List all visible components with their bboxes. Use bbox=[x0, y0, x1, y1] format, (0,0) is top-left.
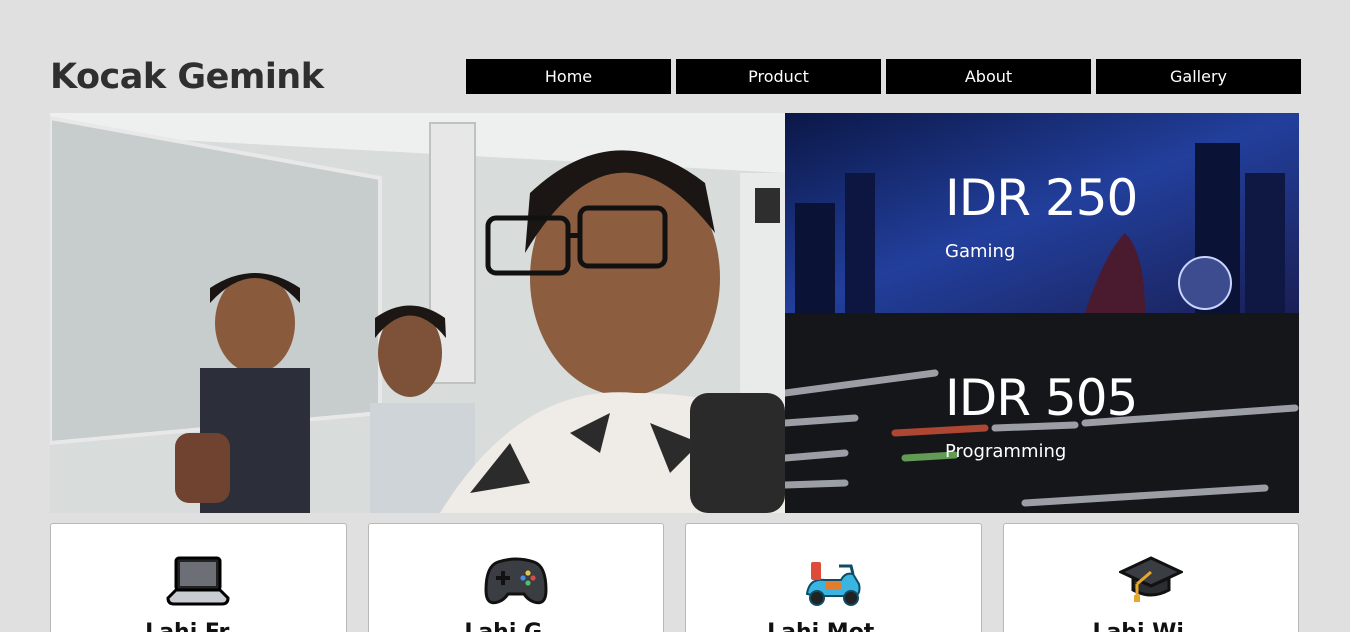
promo-programming-card[interactable]: IDR 505 Programming bbox=[785, 313, 1299, 513]
hero-photo bbox=[50, 113, 785, 513]
promo-programming-label: Programming bbox=[945, 441, 1067, 462]
card-title: Lahi Mot... bbox=[686, 620, 981, 632]
nav-home-button[interactable]: Home bbox=[466, 59, 671, 94]
nav-gallery-button[interactable]: Gallery bbox=[1096, 59, 1301, 94]
category-card[interactable]: Lahi Mot... bbox=[685, 523, 982, 632]
card-title: Lahi Wi... bbox=[1004, 620, 1299, 632]
main-nav: Home Product About Gallery bbox=[466, 59, 1301, 94]
nav-about-button[interactable]: About bbox=[886, 59, 1091, 94]
promo-gaming-card[interactable]: IDR 250 Gaming bbox=[785, 113, 1299, 313]
category-card[interactable]: Lahi Wi... bbox=[1002, 523, 1299, 632]
nav-product-button[interactable]: Product bbox=[676, 59, 881, 94]
category-card[interactable]: Lahi G... bbox=[367, 523, 664, 632]
promo-programming-price: IDR 505 bbox=[945, 369, 1138, 427]
hero-photo-illustration bbox=[50, 113, 785, 513]
graduation-cap-icon bbox=[1118, 556, 1183, 602]
scooter-icon bbox=[806, 562, 861, 606]
site-brand[interactable]: Kocak Gemink bbox=[50, 56, 324, 98]
category-cards: Lahi Fr... Lahi G... Lahi Mot... bbox=[50, 523, 1299, 632]
card-title: Lahi Fr... bbox=[51, 620, 346, 632]
category-card[interactable]: Lahi Fr... bbox=[50, 523, 347, 632]
site-header: Kocak Gemink Home Product About Gallery bbox=[50, 56, 1301, 100]
promo-gaming-price: IDR 250 bbox=[945, 169, 1138, 227]
laptop-icon bbox=[166, 556, 230, 606]
gamepad-icon bbox=[484, 557, 548, 605]
card-title: Lahi G... bbox=[369, 620, 664, 632]
promo-gaming-label: Gaming bbox=[945, 241, 1016, 262]
